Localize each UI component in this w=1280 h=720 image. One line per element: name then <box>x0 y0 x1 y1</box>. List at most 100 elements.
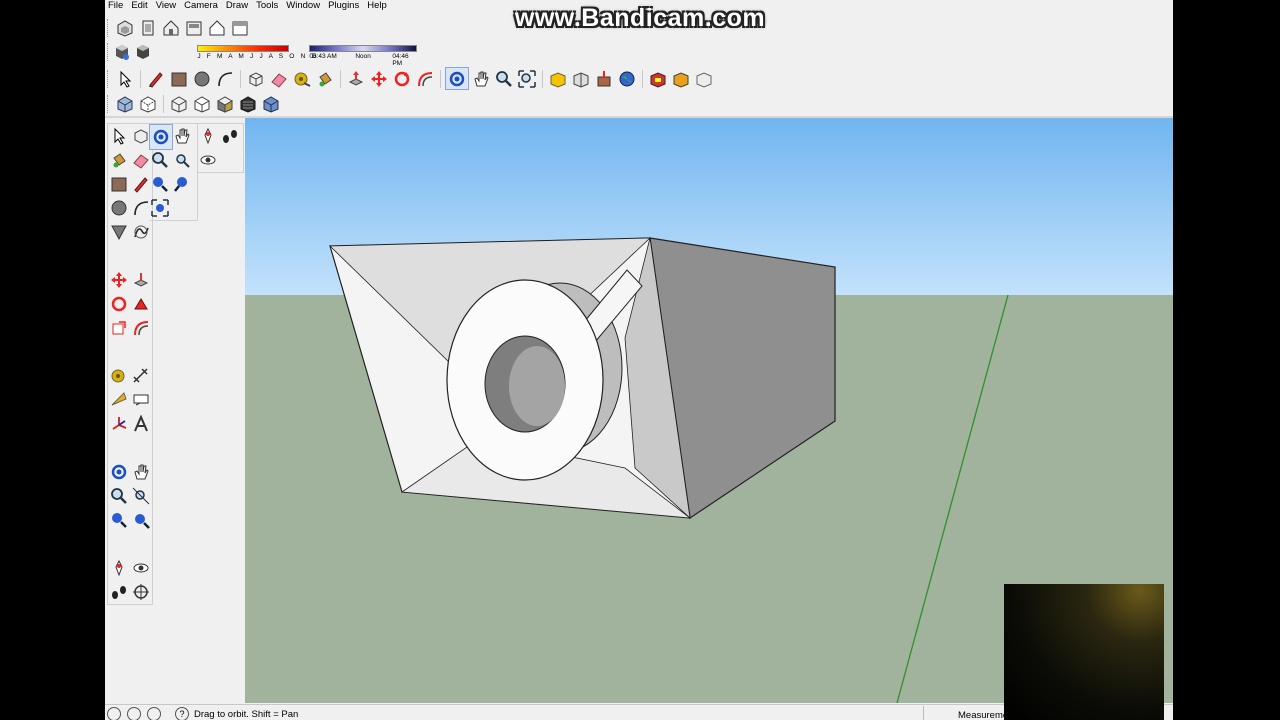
time-end-label: 04:46 PM <box>392 53 409 67</box>
section-plane-icon[interactable] <box>130 580 152 604</box>
rotate-icon[interactable] <box>391 68 413 89</box>
tape-measure-icon[interactable] <box>108 364 130 388</box>
months-label: J F M A M J J A S O N D <box>197 53 319 60</box>
front-view-icon[interactable] <box>160 17 182 38</box>
pan-hand-icon[interactable] <box>171 124 193 148</box>
menu-plugins[interactable]: Plugins <box>325 0 364 13</box>
zoom-icon[interactable] <box>493 68 515 89</box>
get-models-icon[interactable] <box>547 68 569 89</box>
push-pull-icon[interactable] <box>345 68 367 89</box>
menu-edit[interactable]: Edit <box>128 0 152 13</box>
right-view-icon[interactable] <box>183 17 205 38</box>
toolbar-grip[interactable] <box>107 69 111 88</box>
earth-icon[interactable] <box>616 68 638 89</box>
zoom-icon[interactable] <box>149 148 171 172</box>
credits-icon[interactable] <box>127 707 141 720</box>
position-camera-icon[interactable] <box>197 124 219 148</box>
preview-icon[interactable] <box>693 68 715 89</box>
previous-view-icon[interactable] <box>149 172 171 196</box>
previous-view-icon[interactable] <box>108 508 130 532</box>
look-around-icon[interactable] <box>130 556 152 580</box>
look-around-icon[interactable] <box>197 148 219 172</box>
shaded-icon[interactable] <box>214 93 236 114</box>
ring-hole-inner <box>509 346 565 426</box>
monochrome-icon[interactable] <box>260 93 282 114</box>
offset-icon[interactable] <box>130 316 152 340</box>
toolbar-grip[interactable] <box>107 94 111 113</box>
push-pull-icon[interactable] <box>130 268 152 292</box>
next-view-icon[interactable] <box>171 172 193 196</box>
extension-warehouse-icon[interactable] <box>647 68 669 89</box>
pan-hand-icon[interactable] <box>470 68 492 89</box>
send-to-layout-icon[interactable] <box>670 68 692 89</box>
letterbox-right <box>1173 0 1280 720</box>
position-camera-icon[interactable] <box>108 556 130 580</box>
orbit-icon[interactable] <box>149 124 173 150</box>
zoom-window-icon[interactable] <box>130 484 152 508</box>
arc-icon[interactable] <box>214 68 236 89</box>
time-slider[interactable] <box>309 45 418 52</box>
scale-icon[interactable] <box>108 316 130 340</box>
xray-icon[interactable] <box>114 93 136 114</box>
protractor-icon[interactable] <box>108 388 130 412</box>
pencil-icon[interactable] <box>145 68 167 89</box>
freehand-icon[interactable] <box>130 220 152 244</box>
iso-view-icon[interactable] <box>114 17 136 38</box>
rectangle-icon[interactable] <box>168 68 190 89</box>
menu-tools[interactable]: Tools <box>253 0 283 13</box>
pan-hand-icon[interactable] <box>130 460 152 484</box>
menu-window[interactable]: Window <box>283 0 325 13</box>
move-icon[interactable] <box>108 268 130 292</box>
menu-help[interactable]: Help <box>364 0 392 13</box>
green-axis-line <box>896 294 1009 703</box>
shadow-date-time-sliders: J F M A M J J A S O N D 06:43 AM Noon 04… <box>149 41 418 67</box>
offset-icon[interactable] <box>414 68 436 89</box>
zoom-icon[interactable] <box>108 484 130 508</box>
polygon-icon[interactable] <box>108 220 130 244</box>
menu-draw[interactable]: Draw <box>223 0 253 13</box>
share-model-icon[interactable] <box>570 68 592 89</box>
paint-bucket-icon[interactable] <box>314 68 336 89</box>
orbit-icon[interactable] <box>108 460 130 484</box>
menu-view[interactable]: View <box>153 0 181 13</box>
select-arrow-icon[interactable] <box>114 68 136 89</box>
help-icon[interactable]: ? <box>175 707 189 720</box>
walk-icon[interactable] <box>108 580 130 604</box>
axes-icon[interactable] <box>108 412 130 436</box>
zoom-extents-icon[interactable] <box>149 196 171 220</box>
back-view-icon[interactable] <box>206 17 228 38</box>
back-edges-icon[interactable] <box>137 93 159 114</box>
zoom-window-icon[interactable] <box>171 148 193 172</box>
zoom-extents-icon[interactable] <box>516 68 538 89</box>
zoom-extents-icon[interactable] <box>130 508 152 532</box>
menu-camera[interactable]: Camera <box>181 0 223 13</box>
circle-icon[interactable] <box>108 196 130 220</box>
rotate-icon[interactable] <box>108 292 130 316</box>
warehouse-icon[interactable] <box>593 68 615 89</box>
make-component-icon[interactable] <box>245 68 267 89</box>
eraser-icon[interactable] <box>268 68 290 89</box>
follow-me-icon[interactable] <box>130 292 152 316</box>
text-icon[interactable] <box>130 388 152 412</box>
hidden-line-icon[interactable] <box>191 93 213 114</box>
walk-icon[interactable] <box>219 124 241 148</box>
shaded-with-textures-icon[interactable] <box>237 93 259 114</box>
paint-bucket-icon[interactable] <box>108 148 130 172</box>
menu-file[interactable]: File <box>105 0 128 13</box>
toolbar-grip[interactable] <box>107 18 111 37</box>
rectangle-icon[interactable] <box>108 172 130 196</box>
move-icon[interactable] <box>368 68 390 89</box>
geo-location-icon[interactable] <box>107 707 121 720</box>
shadow-settings-icon[interactable] <box>111 42 132 63</box>
top-view-icon[interactable] <box>137 17 159 38</box>
dimension-icon[interactable] <box>130 364 152 388</box>
orbit-icon[interactable] <box>445 67 469 90</box>
month-slider[interactable] <box>197 45 290 52</box>
left-view-icon[interactable] <box>229 17 251 38</box>
user-icon[interactable] <box>147 707 161 720</box>
3d-text-icon[interactable] <box>130 412 152 436</box>
tape-measure-icon[interactable] <box>291 68 313 89</box>
select-arrow-icon[interactable] <box>108 124 130 148</box>
circle-icon[interactable] <box>191 68 213 89</box>
wireframe-icon[interactable] <box>168 93 190 114</box>
